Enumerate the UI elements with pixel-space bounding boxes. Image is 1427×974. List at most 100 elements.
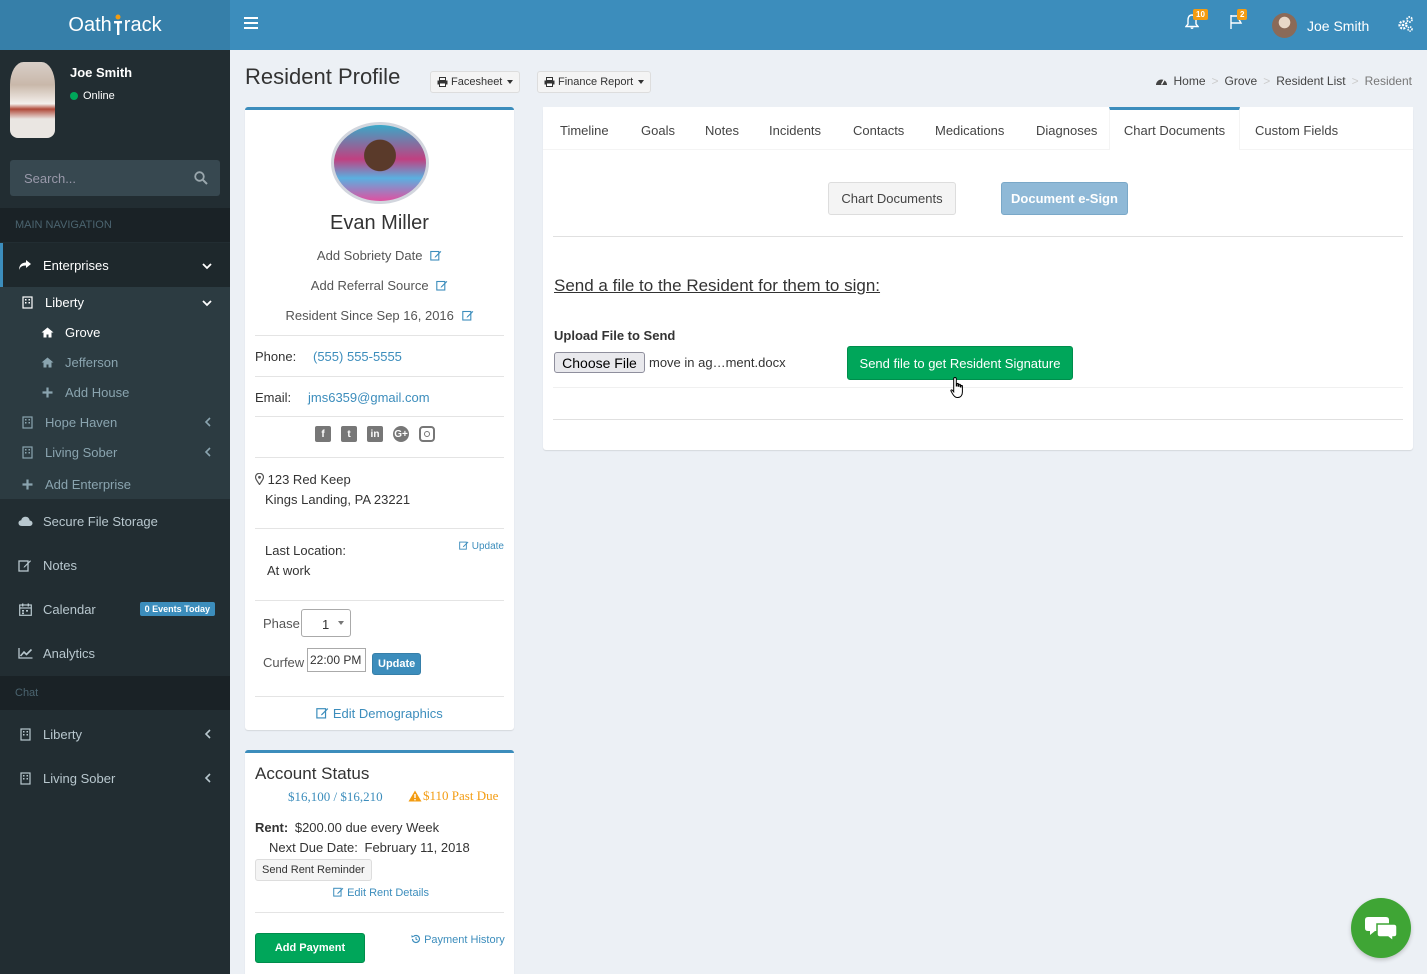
tab-timeline[interactable]: Timeline (560, 107, 609, 150)
warning-icon (408, 790, 422, 802)
sidebar-item-living-sober[interactable]: Living Sober (0, 437, 230, 467)
logo-text-left: Oath (68, 13, 112, 36)
account-balance[interactable]: $16,100 / $16,210 (288, 789, 383, 805)
chart-documents-button[interactable]: Chart Documents (828, 182, 956, 215)
logo-figure-icon (113, 14, 123, 36)
sidebar-item-notes[interactable]: Notes (0, 543, 230, 587)
sidebar-search (10, 160, 220, 196)
sidebar-item-label: Living Sober (43, 770, 116, 786)
breadcrumb-resident-list[interactable]: Resident List (1276, 74, 1345, 88)
add-referral-source[interactable]: Add Referral Source (245, 278, 514, 293)
linkedin-icon[interactable]: in (367, 426, 383, 442)
tab-diagnoses[interactable]: Diagnoses (1036, 107, 1097, 150)
email-label: Email: (255, 390, 292, 405)
profile-box: Evan Miller Add Sobriety Date Add Referr… (245, 107, 514, 730)
tab-goals[interactable]: Goals (641, 107, 675, 150)
address-line-1: 123 Red Keep (267, 472, 351, 487)
send-for-signature-button[interactable]: Send file to get Resident Signature (847, 346, 1073, 380)
home-icon (39, 327, 55, 338)
update-phase-button[interactable]: Update (372, 653, 422, 675)
social-links: f t in G+ (315, 426, 435, 442)
sidebar-item-analytics[interactable]: Analytics (0, 631, 230, 675)
search-input[interactable] (10, 160, 185, 196)
rent-label: Rent: (255, 820, 289, 835)
sidebar-item-label: Calendar (43, 601, 96, 617)
sidebar-item-jefferson[interactable]: Jefferson (0, 347, 230, 377)
payment-history-label: Payment History (424, 934, 505, 946)
sidebar-item-secure-file-storage[interactable]: Secure File Storage (0, 499, 230, 543)
tab-medications[interactable]: Medications (935, 107, 1004, 150)
choose-file-button[interactable]: Choose File (554, 352, 645, 373)
send-rent-reminder-button[interactable]: Send Rent Reminder (255, 859, 372, 881)
user-menu[interactable]: Joe Smith (1272, 13, 1369, 38)
update-location-link[interactable]: Update (459, 540, 504, 552)
divider (255, 335, 504, 336)
breadcrumb-grove[interactable]: Grove (1225, 74, 1258, 88)
notifications-badge: 10 (1193, 9, 1208, 20)
instagram-icon[interactable] (419, 426, 435, 442)
building-icon (17, 727, 33, 741)
facebook-icon[interactable]: f (315, 426, 331, 442)
payment-history-link[interactable]: Payment History (411, 934, 505, 946)
chevron-left-icon (204, 771, 212, 786)
last-location-value: At work (267, 563, 311, 578)
divider (255, 528, 504, 529)
sidebar-item-chat-living-sober[interactable]: Living Sober (0, 756, 230, 800)
sidebar-item-add-enterprise[interactable]: Add Enterprise (0, 469, 230, 499)
phase-select[interactable]: 1 (301, 609, 351, 637)
chat-button[interactable] (1351, 898, 1411, 958)
tab-notes[interactable]: Notes (705, 107, 739, 150)
sidebar-item-calendar[interactable]: Calendar 0 Events Today (0, 587, 230, 631)
sidebar-item-label: Add House (65, 384, 130, 400)
sidebar-item-chat-liberty[interactable]: Liberty (0, 712, 230, 756)
app-logo[interactable]: Oath rack (0, 0, 230, 50)
add-sobriety-date[interactable]: Add Sobriety Date (245, 248, 514, 263)
breadcrumb-home[interactable]: Home (1174, 74, 1206, 88)
user-status-text: Online (83, 90, 115, 102)
sidebar-item-enterprises[interactable]: Enterprises (0, 243, 230, 287)
sidebar-item-hope-haven[interactable]: Hope Haven (0, 407, 230, 437)
online-dot-icon (70, 92, 78, 100)
edit-icon[interactable] (430, 249, 442, 261)
user-photo (10, 62, 55, 138)
edit-demographics-link[interactable]: Edit Demographics (245, 706, 514, 721)
header-user-name: Joe Smith (1307, 17, 1370, 34)
search-icon[interactable] (194, 171, 208, 185)
email-row: Email: jms6359@gmail.com (255, 390, 430, 405)
settings-gears-icon[interactable] (1396, 15, 1414, 36)
add-payment-button[interactable]: Add Payment (255, 933, 365, 963)
email-link[interactable]: jms6359@gmail.com (308, 390, 430, 405)
edit-icon[interactable] (436, 279, 448, 291)
edit-rent-details-link[interactable]: Edit Rent Details (333, 886, 429, 899)
google-plus-icon[interactable]: G+ (393, 426, 409, 442)
notifications-button[interactable]: 10 (1184, 9, 1208, 34)
sidebar-item-grove[interactable]: Grove (0, 317, 230, 347)
tab-chart-documents[interactable]: Chart Documents (1109, 107, 1240, 150)
sidebar-item-liberty[interactable]: Liberty (0, 287, 230, 317)
phone-link[interactable]: (555) 555-5555 (313, 349, 402, 364)
avatar (1272, 13, 1297, 38)
divider (255, 696, 504, 697)
facesheet-button[interactable]: Facesheet (430, 71, 521, 93)
finance-report-button[interactable]: Finance Report (537, 71, 652, 93)
resident-since-label: Resident Since Sep 16, 2016 (285, 308, 454, 323)
hand-cursor-icon (950, 376, 963, 398)
history-icon (411, 934, 421, 944)
sidebar-item-add-house[interactable]: Add House (0, 377, 230, 407)
twitter-icon[interactable]: t (341, 426, 357, 442)
phone-row: Phone: (555) 555-5555 (255, 349, 402, 364)
share-arrow-icon (17, 259, 33, 271)
tab-custom-fields[interactable]: Custom Fields (1255, 107, 1338, 150)
tab-incidents[interactable]: Incidents (769, 107, 821, 150)
main-sidebar: Joe Smith Online MAIN NAVIGATION Enterpr… (0, 50, 230, 974)
breadcrumb-current: Resident (1364, 74, 1412, 88)
main-navigation-header: MAIN NAVIGATION (0, 208, 230, 242)
account-status-box: Account Status $16,100 / $16,210 $110 Pa… (245, 750, 514, 974)
curfew-input[interactable] (307, 648, 366, 672)
sidebar-toggle-icon[interactable] (244, 17, 258, 33)
chevron-left-icon (204, 415, 212, 430)
flags-button[interactable]: 2 (1229, 9, 1248, 34)
edit-icon[interactable] (461, 309, 474, 321)
document-esign-button[interactable]: Document e-Sign (1001, 182, 1128, 215)
tab-contacts[interactable]: Contacts (853, 107, 904, 150)
